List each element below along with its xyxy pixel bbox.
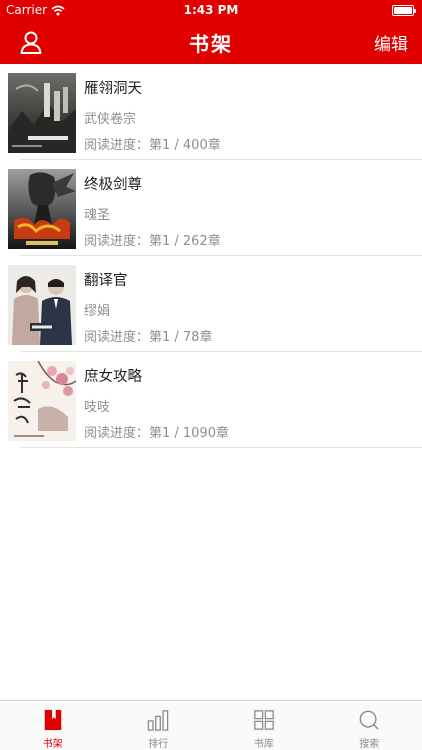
battery-icon — [392, 5, 416, 16]
book-row[interactable]: 雁翎洞天 武侠卷宗 阅读进度：第1 / 400章 — [0, 64, 422, 160]
nav-bar: 书架 编辑 — [0, 22, 422, 64]
edit-button[interactable]: 编辑 — [374, 30, 408, 55]
status-bar: Carrier 1:43 PM — [0, 0, 422, 22]
book-row[interactable]: 终极剑尊 魂圣 阅读进度：第1 / 262章 — [0, 160, 422, 256]
tab-bookshelf[interactable]: 书架 — [0, 701, 106, 750]
tab-label: 书架 — [42, 739, 63, 750]
user-profile-icon[interactable] — [18, 29, 44, 55]
status-time: 1:43 PM — [183, 3, 239, 17]
header: Carrier 1:43 PM 书架 编辑 — [0, 0, 422, 64]
bookshelf-list: 雁翎洞天 武侠卷宗 阅读进度：第1 / 400章 终极剑尊 魂圣 阅读进度：第1… — [0, 64, 422, 448]
tab-library[interactable]: 书库 — [211, 701, 317, 750]
page-title: 书架 — [189, 32, 233, 56]
book-title: 雁翎洞天 — [84, 81, 142, 97]
tab-label: 书库 — [253, 739, 274, 750]
tab-label: 搜索 — [359, 739, 380, 750]
book-row[interactable]: 庶女攻略 吱吱 阅读进度：第1 / 1090章 — [0, 352, 422, 448]
book-title: 庶女攻略 — [84, 369, 142, 385]
book-author: 缪娟 — [84, 304, 111, 319]
book-author: 吱吱 — [84, 400, 111, 415]
book-progress: 阅读进度：第1 / 78章 — [84, 330, 213, 345]
book-title: 终极剑尊 — [84, 177, 142, 193]
book-title: 翻译官 — [84, 273, 128, 289]
book-cover-dark-mountain — [8, 73, 76, 153]
book-row[interactable]: 翻译官 缪娟 阅读进度：第1 / 78章 — [0, 256, 422, 352]
tab-bar: 书架 排行 书库 搜索 — [0, 700, 422, 750]
tab-search[interactable]: 搜索 — [317, 701, 422, 750]
tab-label: 排行 — [148, 739, 169, 750]
book-cover-couple — [8, 265, 76, 345]
book-progress: 阅读进度：第1 / 400章 — [84, 138, 221, 153]
book-cover-blossom — [8, 361, 76, 441]
app-screen: Carrier 1:43 PM 书架 编辑 雁翎洞天 武侠卷宗 阅读进度：第1 … — [0, 0, 422, 750]
book-author: 魂圣 — [84, 208, 111, 223]
ranking-bars-icon — [147, 710, 169, 731]
book-author: 武侠卷宗 — [84, 112, 137, 127]
book-progress: 阅读进度：第1 / 1090章 — [84, 426, 229, 441]
book-progress: 阅读进度：第1 / 262章 — [84, 234, 221, 249]
search-icon — [359, 710, 379, 730]
tab-ranking[interactable]: 排行 — [106, 701, 212, 750]
library-grid-icon — [253, 710, 274, 730]
bookshelf-icon — [44, 709, 61, 731]
book-cover-sword-fire — [8, 169, 76, 249]
